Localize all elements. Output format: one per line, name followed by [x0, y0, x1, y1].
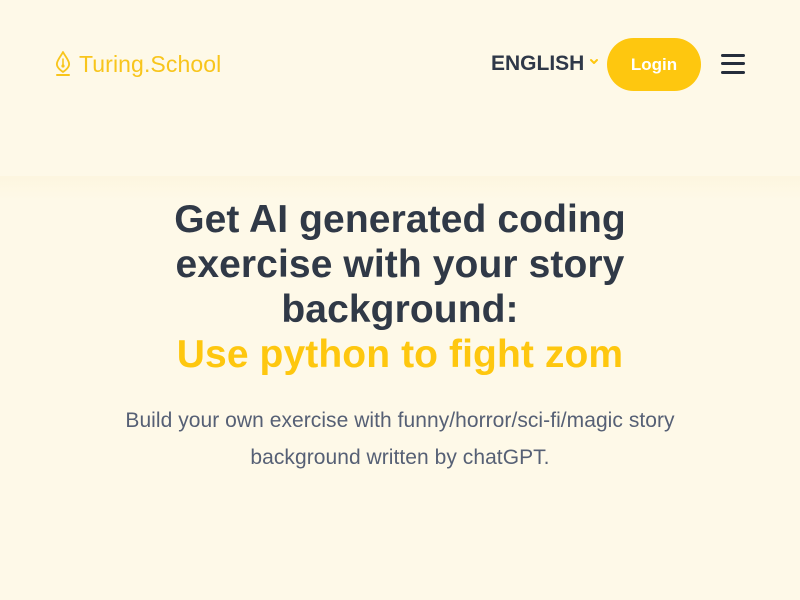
hamburger-menu-icon[interactable] — [720, 52, 746, 76]
top-navigation: Turing.School ENGLISH Login — [0, 0, 800, 128]
language-selector[interactable]: ENGLISH — [491, 49, 599, 79]
pen-nib-icon — [55, 51, 71, 76]
headline-line-1: Get AI generated coding — [174, 198, 626, 241]
logo-text: Turing.School — [79, 51, 222, 77]
subtitle-line-1: Build your own exercise with funny/horro… — [125, 409, 675, 432]
login-button[interactable]: Login — [607, 38, 701, 91]
hero-subtitle: Build your own exercise with funny/horro… — [70, 402, 730, 476]
language-label: ENGLISH — [491, 52, 585, 75]
logo-link[interactable]: Turing.School — [54, 49, 221, 79]
menu-line-middle — [721, 62, 745, 65]
typed-headline: Use python to fight zom — [176, 333, 624, 376]
headline-line-3: background: — [281, 288, 519, 331]
headline-line-2: exercise with your story — [175, 243, 625, 286]
menu-line-top — [721, 54, 745, 57]
landing-page: Turing.School ENGLISH Login Get AI gener… — [0, 0, 800, 600]
chevron-down-icon — [590, 58, 599, 64]
hero-headline: Get AI generated coding exercise with yo… — [120, 197, 680, 377]
hero-section: Get AI generated coding exercise with yo… — [0, 197, 800, 476]
subtitle-line-2: background written by chatGPT. — [250, 446, 550, 469]
menu-line-bottom — [721, 71, 745, 74]
